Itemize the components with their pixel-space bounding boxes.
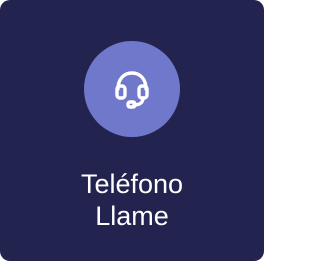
card-title: Teléfono xyxy=(80,169,184,199)
card-subtitle: Llame xyxy=(95,201,169,231)
phone-contact-card[interactable]: Teléfono Llame xyxy=(0,0,264,261)
icon-circle xyxy=(84,41,180,137)
headset-icon xyxy=(108,65,156,113)
